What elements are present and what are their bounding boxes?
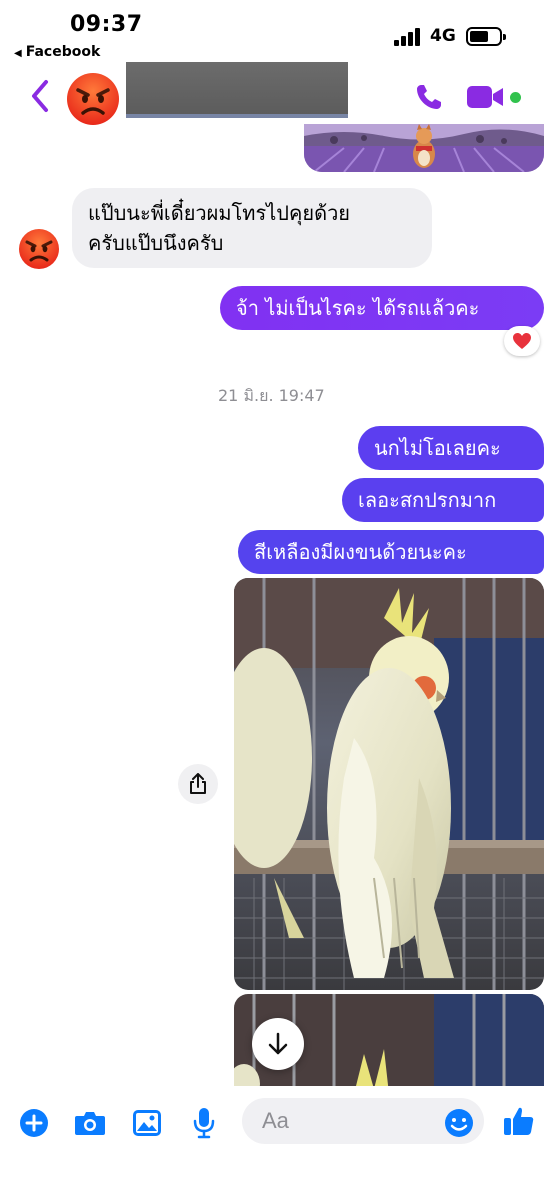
gallery-button[interactable]	[130, 1106, 164, 1140]
video-camera-icon[interactable]	[466, 84, 504, 110]
back-triangle-icon: ◀	[14, 48, 22, 59]
timestamp-text: 21 มิ.ย. 19:47	[218, 386, 325, 405]
cockatiel-photo-image	[234, 578, 544, 990]
microphone-button[interactable]	[187, 1106, 221, 1140]
shared-photo-cockatiel[interactable]	[234, 578, 544, 990]
emoji-icon	[445, 1109, 473, 1137]
outgoing-message-text: สีเหลืองมีผงขนด้วยนะคะ	[254, 540, 467, 564]
share-button[interactable]	[178, 764, 218, 804]
camera-button[interactable]	[73, 1106, 107, 1140]
like-button[interactable]	[502, 1104, 536, 1138]
plus-button[interactable]	[17, 1106, 51, 1140]
outgoing-message-bubble[interactable]: นกไม่โอเลยคะ	[358, 426, 544, 470]
lavender-field-dog-image	[304, 124, 544, 172]
phone-icon[interactable]	[414, 82, 444, 112]
share-icon	[190, 773, 206, 794]
shared-image-partial[interactable]	[304, 124, 544, 172]
sender-avatar[interactable]	[18, 228, 60, 270]
outgoing-message-text: นกไม่โอเลยคะ	[374, 436, 501, 460]
chat-header	[0, 62, 554, 130]
heart-icon	[513, 333, 531, 349]
incoming-message-bubble[interactable]: แป๊บนะพี่เดี๋ยวผมโทรไปคุยด้วย ครับแป๊บนึ…	[72, 188, 432, 268]
incoming-message-line-2: ครับแป๊บนึงครับ	[88, 231, 224, 255]
microphone-icon	[193, 1108, 215, 1139]
heart-reaction-badge[interactable]	[504, 326, 540, 356]
message-input-placeholder: Aa	[262, 1108, 289, 1133]
camera-icon	[75, 1112, 105, 1135]
contact-name-redacted[interactable]	[126, 62, 348, 118]
contact-avatar[interactable]	[66, 72, 120, 126]
scroll-to-bottom-button[interactable]	[252, 1018, 304, 1070]
back-to-app-link[interactable]: ◀ Facebook	[14, 44, 100, 60]
plus-icon	[20, 1109, 48, 1137]
home-indicator-area	[0, 1170, 554, 1200]
back-chevron-icon[interactable]	[26, 78, 54, 114]
outgoing-message-bubble[interactable]: จ้า ไม่เป็นไรคะ ได้รถแล้วคะ	[220, 286, 544, 330]
message-composer: Aa	[0, 1086, 554, 1200]
outgoing-message-bubble[interactable]: เลอะสกปรกมาก	[342, 478, 544, 522]
cellular-signal-icon	[394, 28, 424, 46]
online-status-dot	[510, 92, 521, 103]
outgoing-message-text: เลอะสกปรกมาก	[358, 488, 497, 512]
like-icon	[504, 1107, 534, 1135]
arrow-down-icon	[268, 1032, 288, 1055]
gallery-icon	[133, 1110, 161, 1136]
incoming-message-line-1: แป๊บนะพี่เดี๋ยวผมโทรไปคุยด้วย	[88, 201, 351, 225]
status-bar: 09:37 ◀ Facebook 4G	[0, 0, 554, 70]
battery-icon	[466, 27, 506, 46]
back-app-label: Facebook	[25, 44, 101, 60]
network-type: 4G	[430, 26, 456, 46]
outgoing-message-bubble[interactable]: สีเหลืองมีผงขนด้วยนะคะ	[238, 530, 544, 574]
outgoing-message-text: จ้า ไม่เป็นไรคะ ได้รถแล้วคะ	[236, 296, 480, 320]
status-time: 09:37	[70, 12, 143, 37]
emoji-button[interactable]	[442, 1106, 476, 1140]
